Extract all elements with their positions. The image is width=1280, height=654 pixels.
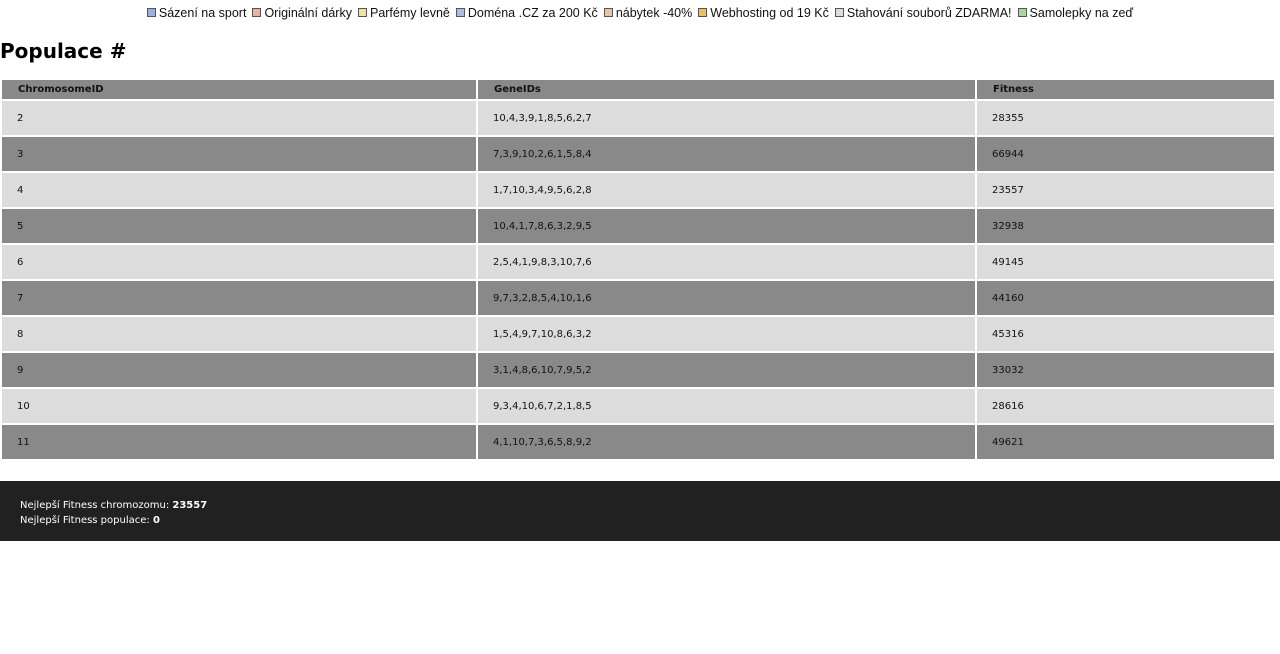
square-icon <box>455 8 465 17</box>
table-row: 11 4,1,10,7,3,6,5,8,9,2 49621 <box>2 425 1274 459</box>
chromosome-id-cell: 4 <box>2 173 476 207</box>
best-chromosome-fitness: Nejlepší Fitness chromozomu: 23557 <box>20 498 1280 513</box>
fitness-cell: 66944 <box>977 137 1274 171</box>
ad-link-label: nábytek -40% <box>615 5 693 20</box>
fitness-cell: 32938 <box>977 209 1274 243</box>
ad-link-label: Samolepky na zeď <box>1029 5 1134 20</box>
ad-link-label: Stahování souborů ZDARMA! <box>846 5 1012 20</box>
fitness-cell: 28616 <box>977 389 1274 423</box>
best-chromosome-value: 23557 <box>172 500 208 511</box>
square-icon <box>1017 8 1027 17</box>
gene-ids-cell: 4,1,10,7,3,6,5,8,9,2 <box>478 425 975 459</box>
ad-links-bar: Sázení na sport Originální dárky Parfémy… <box>0 0 1280 25</box>
ad-link-furniture[interactable]: nábytek -40% <box>603 5 693 20</box>
fitness-cell: 28355 <box>977 101 1274 135</box>
chromosome-id-cell: 6 <box>2 245 476 279</box>
best-population-label: Nejlepší Fitness populace: <box>20 515 150 526</box>
gene-ids-cell: 10,4,3,9,1,8,5,6,2,7 <box>478 101 975 135</box>
ad-link-label: Webhosting od 19 Kč <box>710 5 829 20</box>
best-population-fitness: Nejlepší Fitness populace: 0 <box>20 513 1280 528</box>
best-population-value: 0 <box>152 515 160 526</box>
chromosome-id-cell: 5 <box>2 209 476 243</box>
square-icon <box>834 8 844 17</box>
square-icon <box>357 8 367 17</box>
population-table: ChromosomeID GeneIDs Fitness 2 10,4,3,9,… <box>0 78 1276 461</box>
gene-ids-cell: 1,7,10,3,4,9,5,6,2,8 <box>478 173 975 207</box>
results-footer: Nejlepší Fitness chromozomu: 23557 Nejle… <box>0 481 1280 541</box>
ad-link-webhosting[interactable]: Webhosting od 19 Kč <box>698 6 829 20</box>
ad-link-sport[interactable]: Sázení na sport <box>146 5 247 20</box>
chromosome-id-cell: 8 <box>2 317 476 351</box>
ad-link-downloads[interactable]: Stahování souborů ZDARMA! <box>834 5 1012 20</box>
fitness-cell: 33032 <box>977 353 1274 387</box>
ad-link-gifts[interactable]: Originální dárky <box>252 6 352 20</box>
chromosome-id-cell: 7 <box>2 281 476 315</box>
table-header-row: ChromosomeID GeneIDs Fitness <box>2 80 1274 99</box>
ad-link-perfumes[interactable]: Parfémy levně <box>357 5 450 20</box>
gene-ids-cell: 3,1,4,8,6,10,7,9,5,2 <box>478 353 975 387</box>
fitness-cell: 23557 <box>977 173 1274 207</box>
table-row: 7 9,7,3,2,8,5,4,10,1,6 44160 <box>2 281 1274 315</box>
gene-ids-cell: 9,7,3,2,8,5,4,10,1,6 <box>478 281 975 315</box>
ad-link-label: Parfémy levně <box>369 5 450 20</box>
fitness-cell: 45316 <box>977 317 1274 351</box>
gene-ids-cell: 10,4,1,7,8,6,3,2,9,5 <box>478 209 975 243</box>
chromosome-id-cell: 11 <box>2 425 476 459</box>
table-row: 3 7,3,9,10,2,6,1,5,8,4 66944 <box>2 137 1274 171</box>
chromosome-id-cell: 10 <box>2 389 476 423</box>
chromosome-id-cell: 3 <box>2 137 476 171</box>
square-icon <box>252 8 262 17</box>
page-title: Populace # <box>0 39 127 63</box>
fitness-cell: 49145 <box>977 245 1274 279</box>
column-header-gene-ids: GeneIDs <box>478 80 975 99</box>
ad-link-domain[interactable]: Doména .CZ za 200 Kč <box>455 5 598 20</box>
table-row: 6 2,5,4,1,9,8,3,10,7,6 49145 <box>2 245 1274 279</box>
best-chromosome-label: Nejlepší Fitness chromozomu: <box>20 500 170 511</box>
ad-link-label: Sázení na sport <box>158 5 247 20</box>
fitness-cell: 49621 <box>977 425 1274 459</box>
fitness-cell: 44160 <box>977 281 1274 315</box>
square-icon <box>603 8 613 17</box>
table-row: 10 9,3,4,10,6,7,2,1,8,5 28616 <box>2 389 1274 423</box>
table-row: 9 3,1,4,8,6,10,7,9,5,2 33032 <box>2 353 1274 387</box>
table-row: 4 1,7,10,3,4,9,5,6,2,8 23557 <box>2 173 1274 207</box>
square-icon <box>146 8 156 17</box>
square-icon <box>698 8 708 17</box>
gene-ids-cell: 1,5,4,9,7,10,8,6,3,2 <box>478 317 975 351</box>
column-header-chromosome-id: ChromosomeID <box>2 80 476 99</box>
chromosome-id-cell: 9 <box>2 353 476 387</box>
gene-ids-cell: 7,3,9,10,2,6,1,5,8,4 <box>478 137 975 171</box>
table-row: 5 10,4,1,7,8,6,3,2,9,5 32938 <box>2 209 1274 243</box>
gene-ids-cell: 2,5,4,1,9,8,3,10,7,6 <box>478 245 975 279</box>
table-row: 2 10,4,3,9,1,8,5,6,2,7 28355 <box>2 101 1274 135</box>
ad-link-label: Originální dárky <box>264 5 352 20</box>
gene-ids-cell: 9,3,4,10,6,7,2,1,8,5 <box>478 389 975 423</box>
column-header-fitness: Fitness <box>977 80 1274 99</box>
ad-link-stickers[interactable]: Samolepky na zeď <box>1017 5 1134 20</box>
chromosome-id-cell: 2 <box>2 101 476 135</box>
table-row: 8 1,5,4,9,7,10,8,6,3,2 45316 <box>2 317 1274 351</box>
ad-link-label: Doména .CZ za 200 Kč <box>467 5 598 20</box>
